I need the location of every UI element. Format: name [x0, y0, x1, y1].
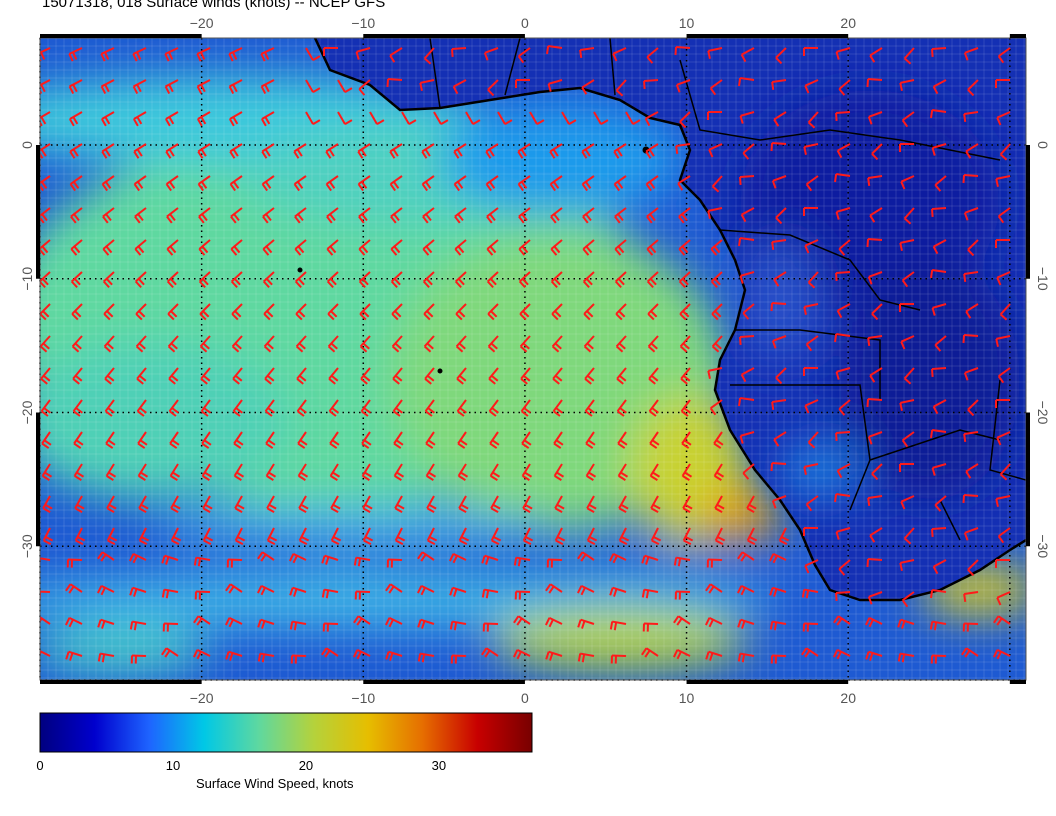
lon-tick-label-top: −10 — [351, 15, 375, 31]
lat-tick-label-right: −30 — [1035, 534, 1051, 558]
lon-tick-label-bottom: 0 — [521, 690, 529, 706]
colorbar-title: Surface Wind Speed, knots — [196, 776, 354, 791]
frame-bar-top — [686, 34, 849, 38]
lat-tick-label-right: −10 — [1035, 267, 1051, 291]
lon-tick-label-top: 20 — [840, 15, 856, 31]
frame-bar-right — [1026, 145, 1030, 279]
island-ascension — [437, 368, 443, 374]
frame-bar-left — [36, 412, 40, 547]
lon-tick-label-top: −20 — [190, 15, 214, 31]
lon-tick-label-bottom: −20 — [190, 690, 214, 706]
frame-bar-top — [40, 34, 202, 38]
lat-tick-label-left: −10 — [19, 267, 35, 291]
lat-tick-label-left: −30 — [19, 534, 35, 558]
wind-map: −20 −20 −10 −10 0 0 10 10 20 20 0 0 −10 −10 −20 −20 −30 −… — [19, 15, 1051, 753]
frame-bar-bottom — [686, 680, 849, 684]
lat-tick-label-right: 0 — [1035, 141, 1051, 149]
lat-tick-label-left: 0 — [19, 141, 35, 149]
island-saint-helena — [297, 267, 303, 273]
lon-tick-label-bottom: 20 — [840, 690, 856, 706]
frame-bar-bottom — [1009, 680, 1026, 684]
lon-tick-label-bottom: −10 — [351, 690, 375, 706]
lon-tick-label-bottom: 10 — [679, 690, 695, 706]
colorbar-tick-label: 10 — [165, 758, 181, 773]
frame-bar-right — [1026, 412, 1030, 547]
colorbar-tick-label: 30 — [431, 758, 447, 773]
frame-bar-bottom — [363, 680, 525, 684]
colorbar-tick-label: 0 — [36, 758, 44, 773]
frame-bar-top — [1009, 34, 1026, 38]
colorbar-tick-label: 20 — [298, 758, 314, 773]
frame-bar-bottom — [40, 680, 202, 684]
frame-bar-top — [363, 34, 525, 38]
lon-tick-label-top: 10 — [679, 15, 695, 31]
lon-tick-label-top: 0 — [521, 15, 529, 31]
frame-bar-left — [36, 145, 40, 279]
lat-tick-label-right: −20 — [1035, 401, 1051, 425]
lat-tick-label-left: −20 — [19, 400, 35, 424]
colorbar — [39, 712, 533, 753]
